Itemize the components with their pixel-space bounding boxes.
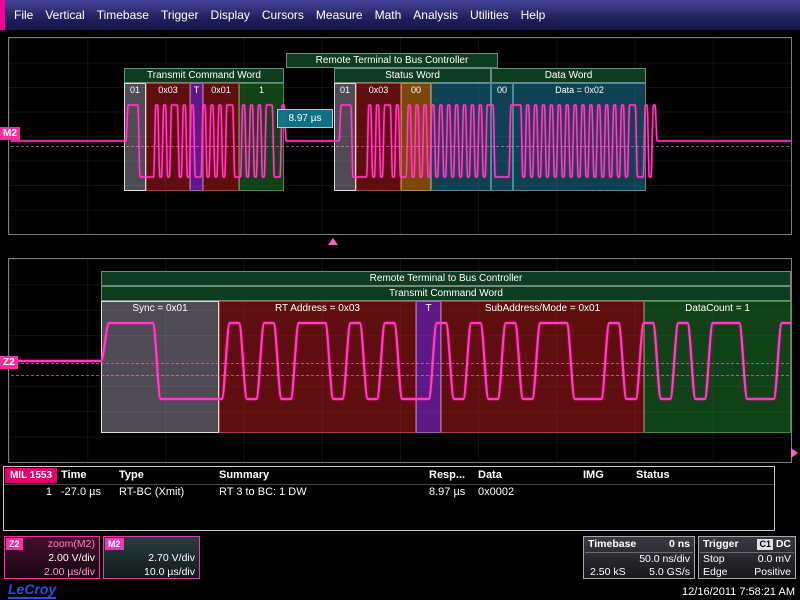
menu-analysis[interactable]: Analysis <box>413 8 458 22</box>
col-header-summary: Summary <box>219 469 269 481</box>
trigger-slope: Positive <box>754 566 791 578</box>
word-title-band: Transmit Command Word <box>101 286 791 301</box>
col-header-time: Time <box>61 469 86 481</box>
col-header-img: IMG <box>583 469 604 481</box>
m2-tdiv: 10.0 µs/div <box>144 566 195 578</box>
trigger-position-marker[interactable] <box>328 238 338 245</box>
row-summary: RT 3 to BC: 1 DW <box>219 486 307 498</box>
row-index: 1 <box>4 486 52 498</box>
timebase-tdiv: 50.0 ns/div <box>639 553 690 565</box>
z2-tdiv: 2.00 µs/div <box>44 566 95 578</box>
menu-help[interactable]: Help <box>521 8 546 22</box>
word-title: Transmit Command Word <box>389 288 503 299</box>
timebase-rate: 5.0 GS/s <box>649 566 690 578</box>
trigger-type: Edge <box>703 566 728 578</box>
trigger-mode: Stop <box>703 553 725 565</box>
row-type: RT-BC (Xmit) <box>119 486 184 498</box>
z2-vdiv: 2.00 V/div <box>48 552 95 564</box>
z2-trace-label[interactable]: Z2 <box>0 356 18 369</box>
timebase-title: Timebase <box>588 538 636 550</box>
timebase-offset: 0 ns <box>669 538 690 550</box>
trigger-level: 0.0 mV <box>758 553 791 565</box>
col-header-type: Type <box>119 469 144 481</box>
menu-utilities[interactable]: Utilities <box>470 8 509 22</box>
trigger-title: Trigger <box>703 538 739 550</box>
menu-file[interactable]: File <box>14 8 33 22</box>
col-header-data: Data <box>478 469 502 481</box>
message-title-band: Remote Terminal to Bus Controller <box>286 53 498 68</box>
m2-zero-level-line <box>11 146 789 147</box>
trigger-descriptor-box[interactable]: Trigger C1 DC Stop 0.0 mV Edge Positive <box>698 536 796 579</box>
menu-display[interactable]: Display <box>211 8 250 22</box>
trigger-level-marker[interactable] <box>791 448 798 458</box>
menu-math[interactable]: Math <box>375 8 402 22</box>
menu-trigger[interactable]: Trigger <box>161 8 199 22</box>
m2-trace-label[interactable]: M2 <box>0 127 20 140</box>
message-title-band: Remote Terminal to Bus Controller <box>101 271 791 286</box>
trigger-source-chip: C1 <box>757 539 773 550</box>
table-row[interactable]: 1 -27.0 µs RT-BC (Xmit) RT 3 to BC: 1 DW… <box>4 486 774 500</box>
bottom-waveform-panel: Sync = 0x01 RT Address = 0x03 T SubAddre… <box>8 258 792 463</box>
row-data: 0x0002 <box>478 486 514 498</box>
response-time-value: 8.97 µs <box>288 113 321 124</box>
m2-descriptor-box[interactable]: M2 2.70 V/div 10.0 µs/div <box>103 536 200 579</box>
menu-vertical[interactable]: Vertical <box>45 8 84 22</box>
lecroy-logo: LeCroy <box>8 582 56 599</box>
menu-measure[interactable]: Measure <box>316 8 363 22</box>
z2-descriptor-box[interactable]: Z2 zoom(M2) 2.00 V/div 2.00 µs/div <box>4 536 100 579</box>
decode-source-chip[interactable]: MIL 1553 <box>5 468 57 483</box>
z2-descriptor-title: zoom(M2) <box>48 538 95 550</box>
datetime-display: 12/16/2011 7:58:21 AM <box>682 586 795 598</box>
col-header-status: Status <box>636 469 670 481</box>
timebase-samples: 2.50 kS <box>590 566 626 578</box>
menu-bar: File Vertical Timebase Trigger Display C… <box>0 0 800 30</box>
menu-timebase[interactable]: Timebase <box>97 8 149 22</box>
z2-cursor-line-upper <box>11 363 789 364</box>
response-time-annotation: 8.97 µs <box>277 109 333 128</box>
table-header-divider <box>4 484 774 485</box>
timebase-descriptor-box[interactable]: Timebase 0 ns 50.0 ns/div 2.50 kS 5.0 GS… <box>583 536 695 579</box>
m2-vdiv: 2.70 V/div <box>148 552 195 564</box>
row-time: -27.0 µs <box>61 486 101 498</box>
row-resp: 8.97 µs <box>429 486 465 498</box>
decode-table: MIL 1553 Time Type Summary Resp... Data … <box>3 466 775 531</box>
message-title: Remote Terminal to Bus Controller <box>316 55 469 66</box>
col-header-resp: Resp... <box>429 469 465 481</box>
menu-cursors[interactable]: Cursors <box>262 8 304 22</box>
m2-descriptor-tab: M2 <box>105 538 124 550</box>
top-waveform-panel: Transmit Command Word 01 0x03 T 0x01 1 S… <box>8 37 792 235</box>
trigger-coupling: DC <box>776 538 791 550</box>
z2-cursor-line-lower <box>11 375 789 376</box>
menu-accent-strip <box>0 0 5 30</box>
message-title: Remote Terminal to Bus Controller <box>370 273 523 284</box>
z2-descriptor-tab: Z2 <box>6 538 23 550</box>
